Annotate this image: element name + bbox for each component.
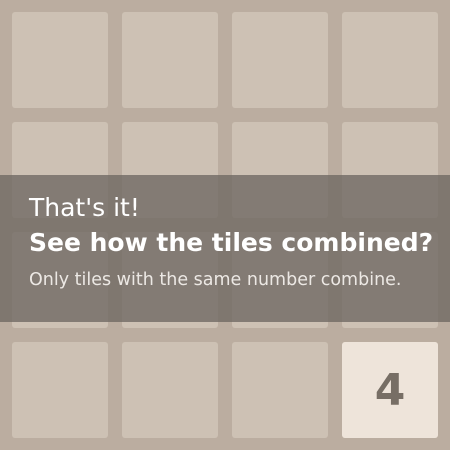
grid-cell (12, 342, 108, 438)
grid-cell (122, 342, 218, 438)
grid-cell (342, 12, 438, 108)
grid-cell (122, 12, 218, 108)
tutorial-question: See how the tiles combined? (29, 228, 434, 257)
tutorial-overlay[interactable]: That's it! See how the tiles combined? O… (0, 175, 450, 322)
game-board[interactable]: 4 That's it! See how the tiles combined?… (0, 0, 450, 450)
grid-cell (232, 342, 328, 438)
grid-cell (232, 12, 328, 108)
tile: 4 (342, 342, 438, 438)
grid-cell (12, 12, 108, 108)
tutorial-heading: That's it! (29, 193, 140, 222)
tutorial-hint: Only tiles with the same number combine. (29, 270, 402, 290)
